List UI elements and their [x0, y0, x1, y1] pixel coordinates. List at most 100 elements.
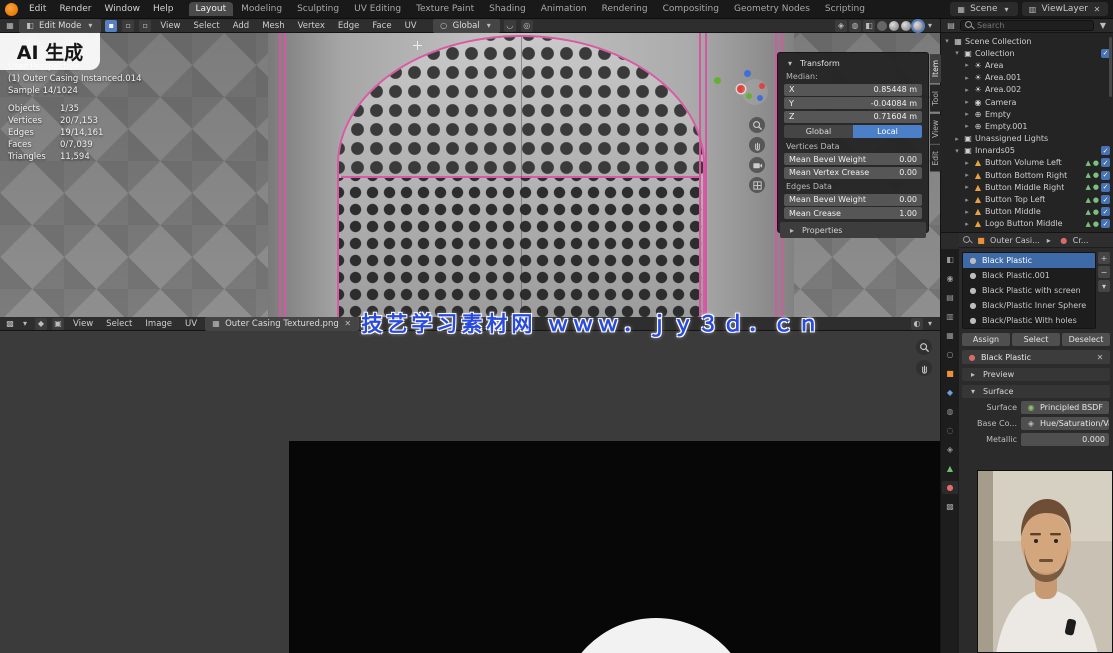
deselect-button[interactable]: Deselect	[1062, 333, 1110, 346]
select-button[interactable]: Select	[1012, 333, 1060, 346]
tab-tool[interactable]: ◧	[942, 253, 958, 266]
outliner-row-button-top-left[interactable]: ▸▲Button Top Left ▲●✓	[941, 193, 1113, 205]
collapse-arrow-icon[interactable]: ▾	[784, 57, 796, 69]
breadcrumb-material[interactable]: Cr...	[1073, 236, 1089, 245]
orientation-dropdown[interactable]: ○ Global ▾	[433, 19, 500, 33]
assign-button[interactable]: Assign	[962, 333, 1010, 346]
workspace-tab-sculpting[interactable]: Sculpting	[290, 2, 346, 16]
surface-section-header[interactable]: ▾ Surface	[962, 385, 1110, 398]
shading-wireframe-icon[interactable]	[877, 21, 887, 31]
tab-object[interactable]: ■	[942, 367, 958, 380]
material-slot[interactable]: ●Black/Plastic Inner Sphere	[963, 298, 1095, 313]
outliner-row-collection[interactable]: ▾ ▣ Collection ✓	[941, 47, 1113, 59]
chevron-down-icon[interactable]: ▾	[19, 318, 31, 330]
outliner-row-empty-001[interactable]: ▸⊕Empty.001	[941, 120, 1113, 132]
remove-slot-button[interactable]: −	[1098, 266, 1110, 278]
preview-section-header[interactable]: ▸ Preview	[962, 368, 1110, 381]
tab-view-layer[interactable]: ▥	[942, 310, 958, 323]
slot-specials-button[interactable]: ▾	[1098, 280, 1110, 292]
display-channels-icon[interactable]: ◐	[911, 318, 923, 330]
tab-material[interactable]: ●	[942, 481, 958, 494]
outliner-search[interactable]	[960, 20, 1094, 31]
outliner-scrollbar[interactable]	[1109, 37, 1112, 97]
menu-view[interactable]: View	[68, 318, 98, 330]
mean-bevel-weight-field[interactable]: Mean Bevel Weight0.00	[784, 153, 922, 165]
material-slot[interactable]: ●Black/Plastic With holes	[963, 313, 1095, 328]
tab-render[interactable]: ◉	[942, 272, 958, 285]
workspace-tab-compositing[interactable]: Compositing	[656, 2, 726, 16]
workspace-tab-geometry-nodes[interactable]: Geometry Nodes	[727, 2, 817, 16]
tab-output[interactable]: ▤	[942, 291, 958, 304]
menu-render[interactable]: Render	[53, 2, 97, 16]
tab-world[interactable]: ○	[942, 348, 958, 361]
show-overlays-icon[interactable]: ◍	[849, 20, 861, 32]
workspace-tab-layout[interactable]: Layout	[189, 2, 234, 16]
material-slot[interactable]: ●Black Plastic with screen	[963, 283, 1095, 298]
workspace-tab-uv-editing[interactable]: UV Editing	[347, 2, 408, 16]
outliner-row-area-002[interactable]: ▸☀Area.002	[941, 84, 1113, 96]
gizmo-y-axis-handle[interactable]	[714, 77, 721, 84]
sidebar-tab-item[interactable]: Item	[930, 54, 941, 83]
view-layer-selector[interactable]: ▥ ViewLayer ✕	[1022, 2, 1108, 16]
breadcrumb-object[interactable]: Outer Casi...	[990, 236, 1040, 245]
add-slot-button[interactable]: +	[1098, 252, 1110, 264]
outliner-row-unassigned-lights[interactable]: ▸▣Unassigned Lights	[941, 133, 1113, 145]
material-datablock-field[interactable]: ● Black Plastic ✕	[962, 350, 1110, 364]
outliner-row-button-middle[interactable]: ▸▲Button Middle ▲●✓	[941, 206, 1113, 218]
median-y-field[interactable]: Y-0.04084 m	[784, 97, 922, 109]
outliner-search-input[interactable]	[977, 21, 1089, 30]
menu-image[interactable]: Image	[140, 318, 177, 330]
blender-logo-icon[interactable]	[5, 3, 18, 16]
menu-edge[interactable]: Edge	[333, 20, 364, 32]
search-icon[interactable]	[963, 236, 972, 245]
object-checkbox[interactable]: ✓	[1101, 195, 1110, 204]
pan-hand-icon[interactable]	[916, 360, 932, 376]
ortho-toggle-icon[interactable]	[749, 177, 765, 193]
zoom-icon[interactable]	[749, 117, 765, 133]
tab-modifiers[interactable]: ◆	[942, 386, 958, 399]
workspace-tab-shading[interactable]: Shading	[482, 2, 533, 16]
menu-window[interactable]: Window	[98, 2, 146, 16]
editor-type-icon[interactable]: ▦	[4, 20, 16, 32]
menu-help[interactable]: Help	[147, 2, 180, 16]
menu-uv[interactable]: UV	[180, 318, 202, 330]
show-gizmo-icon[interactable]: ◈	[835, 20, 847, 32]
camera-view-icon[interactable]	[749, 157, 765, 173]
mean-vertex-crease-field[interactable]: Mean Vertex Crease0.00	[784, 167, 922, 179]
outliner-editor-icon[interactable]: ▤	[945, 20, 957, 32]
expand-arrow-icon[interactable]: ▾	[953, 49, 961, 57]
collection-checkbox[interactable]: ✓	[1101, 146, 1110, 155]
material-slot[interactable]: ●Black Plastic	[963, 253, 1095, 268]
outliner-row-button-bottom-right[interactable]: ▸▲Button Bottom Right ▲●✓	[941, 169, 1113, 181]
tab-object-data[interactable]: ▲	[942, 462, 958, 475]
filter-funnel-icon[interactable]: ▼	[1097, 20, 1109, 32]
outliner-row-button-middle-right[interactable]: ▸▲Button Middle Right ▲●✓	[941, 181, 1113, 193]
median-x-field[interactable]: X0.85448 m	[784, 84, 922, 96]
menu-uv[interactable]: UV	[400, 20, 422, 32]
edge-select-icon[interactable]: ▫	[122, 20, 134, 32]
base-color-button[interactable]: ◈ Hue/Saturation/Value	[1021, 417, 1109, 430]
tab-particles[interactable]: ◍	[942, 405, 958, 418]
gizmo-z-axis-handle[interactable]	[744, 70, 751, 77]
xray-toggle-icon[interactable]: ◧	[863, 20, 875, 32]
zoom-icon[interactable]	[916, 339, 932, 355]
workspace-tab-scripting[interactable]: Scripting	[818, 2, 872, 16]
outliner-row-logo-button-middle[interactable]: ▸▲Logo Button Middle ▲●✓	[941, 218, 1113, 230]
tab-physics[interactable]: ◌	[942, 424, 958, 437]
vertex-select-icon[interactable]: ▪	[105, 20, 117, 32]
material-slot[interactable]: ●Black Plastic.001	[963, 268, 1095, 283]
uv-sync-icon[interactable]: ▣	[52, 318, 64, 330]
workspace-tab-rendering[interactable]: Rendering	[595, 2, 655, 16]
scene-selector[interactable]: ▦ Scene ▾	[950, 2, 1017, 16]
image-editor-type-icon[interactable]: ▩	[4, 318, 16, 330]
properties-subpanel[interactable]: ▸ Properties	[780, 222, 926, 238]
menu-select[interactable]: Select	[189, 20, 225, 32]
navigation-gizmo[interactable]	[742, 79, 768, 105]
sidebar-tab-edit[interactable]: Edit	[930, 145, 941, 172]
tab-constraints[interactable]: ◈	[942, 443, 958, 456]
outliner-row-scene-collection[interactable]: ▾ ▦ Scene Collection	[941, 35, 1113, 47]
tab-scene[interactable]: ▦	[942, 329, 958, 342]
global-button[interactable]: Global	[784, 125, 853, 138]
menu-vertex[interactable]: Vertex	[293, 20, 330, 32]
menu-view[interactable]: View	[155, 20, 185, 32]
